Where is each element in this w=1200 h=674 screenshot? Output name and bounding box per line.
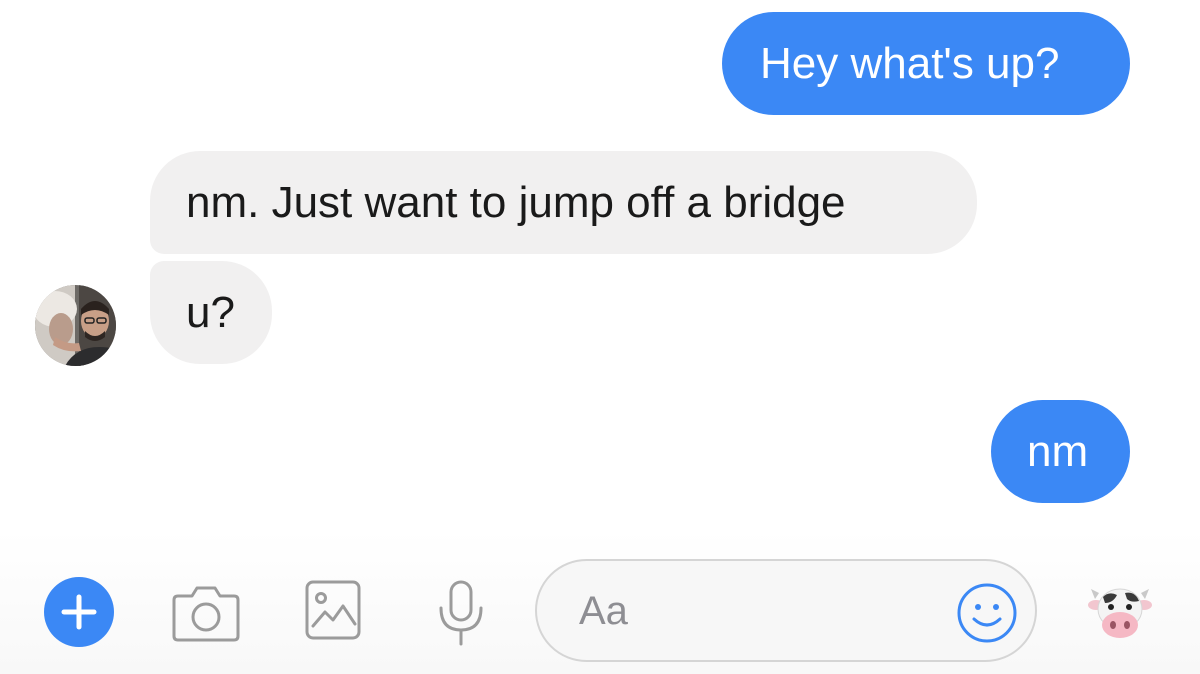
contact-avatar[interactable] <box>35 285 116 366</box>
message-text: u? <box>186 287 235 337</box>
outgoing-message[interactable]: nm <box>991 400 1130 503</box>
emoji-button[interactable] <box>955 581 1019 645</box>
plus-icon <box>61 594 97 630</box>
plus-button[interactable] <box>44 577 114 647</box>
incoming-message[interactable]: u? <box>150 261 272 364</box>
message-text: nm. Just want to jump off a bridge <box>186 177 846 227</box>
message-text: Hey what's up? <box>760 38 1060 88</box>
avatar-photo <box>35 285 116 366</box>
chat-screen: Hey what's up? nm. Just want to jump off… <box>0 0 1200 674</box>
message-text: nm <box>1027 426 1089 476</box>
message-input-placeholder: Aa <box>579 589 628 633</box>
microphone-icon <box>439 580 483 646</box>
camera-button[interactable] <box>170 580 242 644</box>
cow-icon <box>1088 588 1152 638</box>
microphone-button[interactable] <box>433 578 489 648</box>
camera-icon <box>172 586 240 642</box>
quick-reaction-button[interactable] <box>1087 579 1153 645</box>
incoming-message[interactable]: nm. Just want to jump off a bridge <box>150 151 977 254</box>
photo-button[interactable] <box>303 578 363 642</box>
outgoing-message[interactable]: Hey what's up? <box>722 12 1130 115</box>
image-icon <box>305 580 361 640</box>
smiley-icon <box>957 583 1017 643</box>
